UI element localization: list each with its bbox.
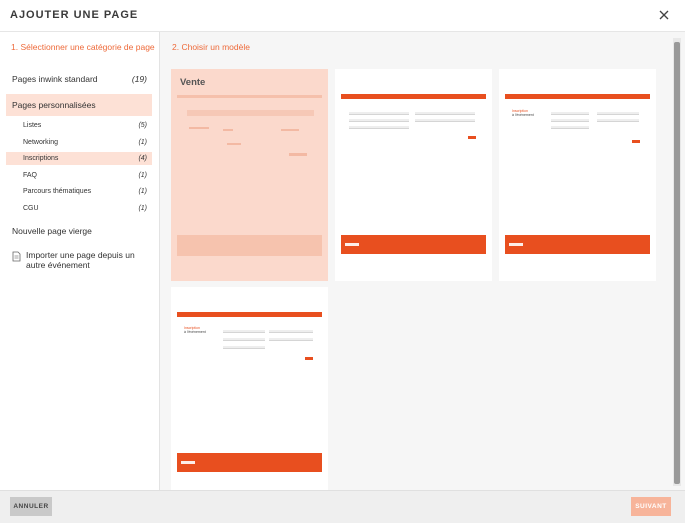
template-preview-field bbox=[551, 119, 589, 122]
template-preview-field bbox=[269, 330, 313, 333]
template-card-registration-3[interactable]: Inscription à l'événement bbox=[171, 287, 328, 490]
template-preview-field bbox=[551, 126, 589, 129]
import-document-icon bbox=[12, 251, 21, 262]
template-preview-button bbox=[305, 357, 313, 360]
close-icon[interactable] bbox=[657, 8, 671, 22]
subcategory-cgu[interactable]: CGU (1) bbox=[6, 202, 152, 215]
template-preview-footer bbox=[177, 235, 322, 256]
subcategory-label: Listes bbox=[23, 122, 42, 129]
modal-title: AJOUTER UNE PAGE bbox=[10, 9, 139, 21]
template-preview-footer bbox=[177, 453, 322, 472]
next-button[interactable]: SUIVANT bbox=[631, 497, 671, 516]
template-preview-header bbox=[341, 94, 486, 102]
template-preview-footer bbox=[505, 235, 650, 254]
template-preview-field bbox=[223, 346, 265, 349]
category-label: Pages inwink standard bbox=[12, 74, 98, 84]
subcategory-count: (5) bbox=[138, 122, 147, 129]
template-preview-field bbox=[597, 112, 639, 115]
template-preview-header bbox=[505, 94, 650, 102]
category-custom-pages[interactable]: Pages personnalisées bbox=[6, 94, 152, 116]
template-preview-table-header bbox=[187, 110, 314, 116]
modal-footer: ANNULER SUIVANT bbox=[0, 490, 685, 523]
category-inwink-standard[interactable]: Pages inwink standard (19) bbox=[6, 69, 152, 89]
template-preview-subheading: à l'événement bbox=[512, 113, 534, 117]
subcategory-label: Networking bbox=[23, 139, 59, 146]
template-title: Vente bbox=[180, 77, 206, 88]
subcategory-count: (1) bbox=[138, 205, 147, 212]
subcategory-networking[interactable]: Networking (1) bbox=[6, 136, 152, 149]
subcategory-listes[interactable]: Listes (5) bbox=[6, 119, 152, 132]
subcategory-label: FAQ bbox=[23, 172, 38, 179]
category-label: Pages personnalisées bbox=[12, 100, 96, 110]
template-preview-line bbox=[227, 143, 241, 145]
modal-header: AJOUTER UNE PAGE bbox=[0, 0, 685, 32]
category-sidebar: 1. Sélectionner une catégorie de page Pa… bbox=[0, 32, 160, 490]
template-preview-field bbox=[415, 112, 475, 115]
import-page-label: Importer une page depuis un autre événem… bbox=[26, 250, 135, 270]
step-2-label: 2. Choisir un modèle bbox=[172, 42, 250, 52]
template-preview-field bbox=[349, 126, 409, 129]
template-preview-line bbox=[281, 129, 299, 131]
template-preview-field bbox=[551, 112, 589, 115]
template-preview-subheading: à l'événement bbox=[184, 330, 206, 334]
subcategory-label: Inscriptions bbox=[23, 155, 59, 162]
template-scrollbar-thumb[interactable] bbox=[674, 42, 680, 484]
template-preview-header bbox=[177, 95, 322, 98]
subcategory-label: CGU bbox=[23, 205, 39, 212]
template-preview-button bbox=[632, 140, 640, 143]
template-preview-footer bbox=[341, 235, 486, 254]
template-preview-line bbox=[223, 129, 233, 131]
template-preview-header bbox=[177, 312, 322, 320]
subcategory-count: (1) bbox=[138, 188, 147, 195]
template-preview-field bbox=[349, 119, 409, 122]
template-preview-line bbox=[189, 127, 209, 129]
subcategory-faq[interactable]: FAQ (1) bbox=[6, 169, 152, 182]
template-preview-field bbox=[415, 119, 475, 122]
subcategory-count: (1) bbox=[138, 139, 147, 146]
blank-page-link[interactable]: Nouvelle page vierge bbox=[12, 226, 92, 236]
subcategory-count: (1) bbox=[138, 172, 147, 179]
import-page-link[interactable]: Importer une page depuis un autre événem… bbox=[12, 250, 152, 270]
add-page-modal: AJOUTER UNE PAGE 1. Sélectionner une cat… bbox=[0, 0, 685, 523]
template-preview-field bbox=[223, 330, 265, 333]
template-card-registration-2[interactable]: Inscription à l'événement bbox=[499, 69, 656, 281]
step-1-label: 1. Sélectionner une catégorie de page bbox=[11, 42, 155, 52]
template-card-vente[interactable]: Vente bbox=[171, 69, 328, 281]
cancel-button[interactable]: ANNULER bbox=[10, 497, 52, 516]
subcategory-label: Parcours thématiques bbox=[23, 188, 92, 195]
template-preview-button bbox=[468, 136, 476, 139]
template-preview-button bbox=[289, 153, 307, 156]
subcategory-count: (4) bbox=[138, 155, 147, 162]
template-preview-field bbox=[349, 112, 409, 115]
template-preview-field bbox=[597, 119, 639, 122]
category-count: (19) bbox=[131, 74, 147, 84]
subcategory-parcours-thematiques[interactable]: Parcours thématiques (1) bbox=[6, 185, 152, 198]
template-preview-field bbox=[269, 338, 313, 341]
template-preview-field bbox=[223, 338, 265, 341]
subcategory-inscriptions[interactable]: Inscriptions (4) bbox=[6, 152, 152, 165]
template-card-registration-1[interactable] bbox=[335, 69, 492, 281]
